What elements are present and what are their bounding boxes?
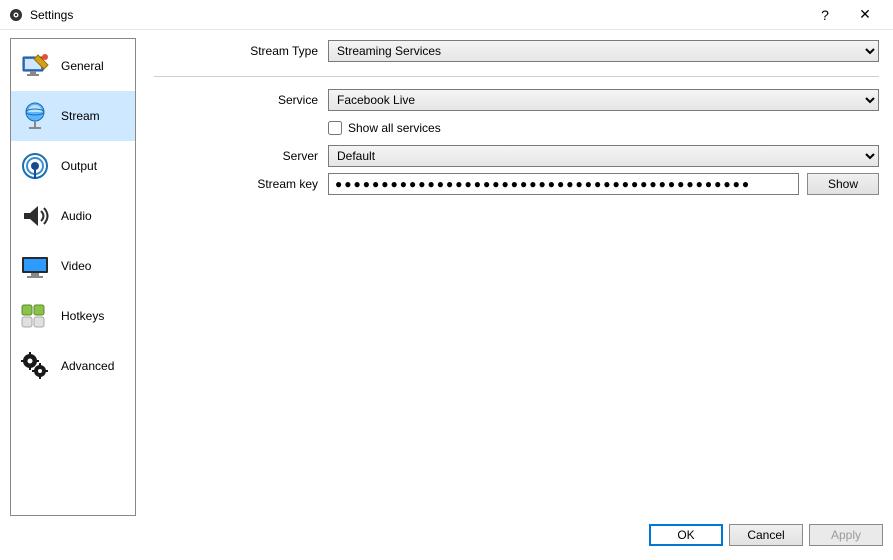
stream-icon (17, 98, 53, 134)
sidebar-item-label: Output (61, 159, 97, 173)
hotkeys-icon (17, 298, 53, 334)
stream-key-input[interactable] (328, 173, 799, 195)
sidebar-item-label: Video (61, 259, 91, 273)
close-button[interactable]: ✕ (845, 0, 885, 30)
stream-settings-panel: Stream Type Streaming Services Service F… (136, 38, 883, 516)
sidebar-item-hotkeys[interactable]: Hotkeys (11, 291, 135, 341)
audio-icon (17, 198, 53, 234)
sidebar-item-advanced[interactable]: Advanced (11, 341, 135, 391)
show-all-services-label: Show all services (348, 121, 441, 135)
show-key-button[interactable]: Show (807, 173, 879, 195)
sidebar-item-label: Hotkeys (61, 309, 104, 323)
sidebar-item-audio[interactable]: Audio (11, 191, 135, 241)
sidebar-item-label: Audio (61, 209, 92, 223)
sidebar-item-label: Stream (61, 109, 100, 123)
help-button[interactable]: ? (805, 0, 845, 30)
general-icon (17, 48, 53, 84)
window-title: Settings (30, 8, 73, 22)
show-all-services-input[interactable] (328, 121, 342, 135)
server-label: Server (154, 149, 328, 163)
video-icon (17, 248, 53, 284)
sidebar-item-label: Advanced (61, 359, 114, 373)
service-select[interactable]: Facebook Live (328, 89, 879, 111)
show-all-services-checkbox[interactable]: Show all services (328, 117, 441, 139)
stream-type-select[interactable]: Streaming Services (328, 40, 879, 62)
stream-key-label: Stream key (154, 177, 328, 191)
sidebar-item-video[interactable]: Video (11, 241, 135, 291)
cancel-button[interactable]: Cancel (729, 524, 803, 546)
sidebar-item-output[interactable]: Output (11, 141, 135, 191)
sidebar-item-general[interactable]: General (11, 41, 135, 91)
advanced-icon (17, 348, 53, 384)
dialog-footer: OK Cancel Apply (0, 520, 893, 556)
sidebar-item-label: General (61, 59, 104, 73)
settings-sidebar: General Stream (10, 38, 136, 516)
stream-type-label: Stream Type (154, 44, 328, 58)
ok-button[interactable]: OK (649, 524, 723, 546)
server-select[interactable]: Default (328, 145, 879, 167)
output-icon (17, 148, 53, 184)
apply-button[interactable]: Apply (809, 524, 883, 546)
service-label: Service (154, 93, 328, 107)
sidebar-item-stream[interactable]: Stream (11, 91, 135, 141)
titlebar: Settings ? ✕ (0, 0, 893, 30)
separator (154, 76, 879, 77)
app-icon (8, 7, 24, 23)
